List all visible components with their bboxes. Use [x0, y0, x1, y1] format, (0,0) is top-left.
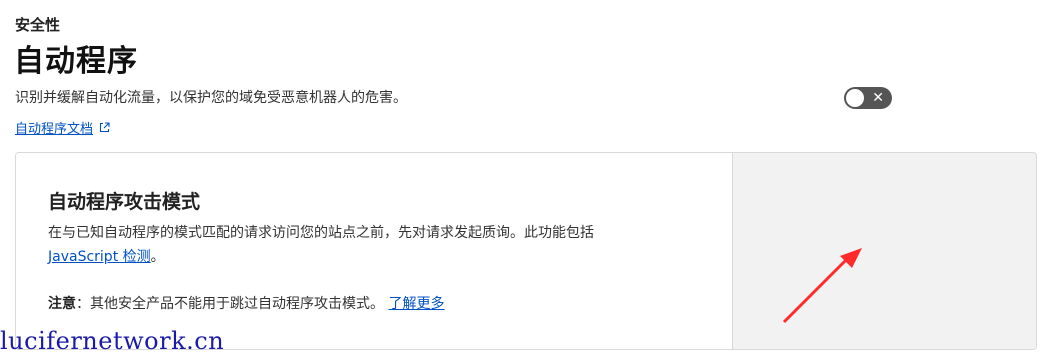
- javascript-detection-link[interactable]: JavaScript 检测: [48, 249, 151, 265]
- card-note: 注意：其他安全产品不能用于跳过自动程序攻击模式。 了解更多: [48, 293, 444, 313]
- note-label: 注意: [48, 296, 76, 312]
- toggle-knob: [846, 89, 864, 107]
- docs-link-label[interactable]: 自动程序文档: [15, 118, 93, 137]
- card-content: 自动程序攻击模式 在与已知自动程序的模式匹配的请求访问您的站点之前，先对请求发起…: [16, 153, 732, 349]
- learn-more-link[interactable]: 了解更多: [388, 296, 444, 312]
- card-description-suffix: 。: [150, 249, 165, 265]
- external-link-icon: [99, 122, 110, 133]
- page-description: 识别并缓解自动化流量，以保护您的域免受恶意机器人的危害。: [15, 90, 407, 106]
- note-text: ：其他安全产品不能用于跳过自动程序攻击模式。: [76, 296, 384, 312]
- breadcrumb: 安全性: [15, 16, 61, 34]
- card-control-panel: [732, 153, 1036, 349]
- watermark: lucifernetwork.cn: [0, 327, 225, 355]
- card-title: 自动程序攻击模式: [48, 191, 201, 213]
- bot-fight-mode-card: 自动程序攻击模式 在与已知自动程序的模式匹配的请求访问您的站点之前，先对请求发起…: [15, 152, 1037, 350]
- card-description: 在与已知自动程序的模式匹配的请求访问您的站点之前，先对请求发起质询。此功能包括 …: [48, 221, 698, 269]
- card-description-text: 在与已知自动程序的模式匹配的请求访问您的站点之前，先对请求发起质询。此功能包括: [48, 225, 594, 241]
- docs-link[interactable]: 自动程序文档: [15, 118, 110, 137]
- bot-fight-mode-toggle[interactable]: ✕: [844, 87, 892, 109]
- toggle-off-icon: ✕: [872, 90, 884, 106]
- page-title: 自动程序: [14, 44, 138, 79]
